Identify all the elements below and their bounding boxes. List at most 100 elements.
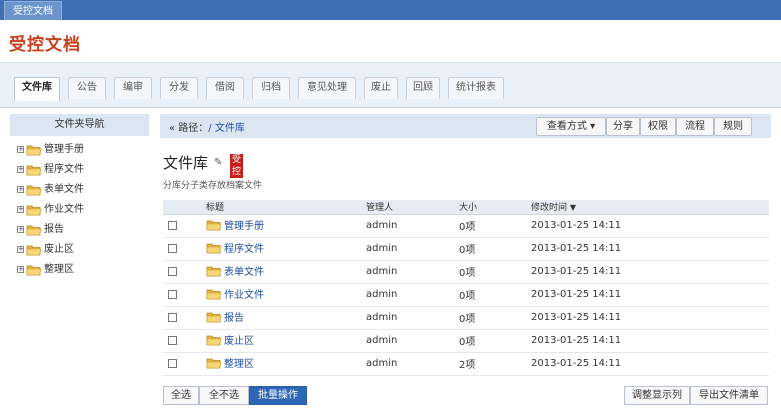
column-modified[interactable]: 修改时间 ▼ — [531, 200, 769, 215]
row-checkbox[interactable] — [168, 358, 177, 368]
table-row[interactable]: 废止区 admin 0项 2013-01-25 14:11 — [163, 329, 769, 353]
row-checkbox-cell — [163, 329, 206, 353]
tab-1[interactable]: 公告 — [68, 77, 106, 99]
folder-icon — [206, 220, 222, 231]
expand-icon[interactable]: + — [17, 186, 24, 193]
module-tabbar: 文件库 公告 编审 分发 借阅 归档 意见处理 废止 回顾 统计报表 — [0, 63, 781, 108]
row-size: 0项 — [459, 237, 531, 261]
page-header: 文件库 ✎ 受控 — [163, 152, 244, 178]
row-title-link[interactable]: 管理手册 — [224, 221, 264, 232]
row-manager: admin — [366, 237, 459, 261]
share-button[interactable]: 分享 — [606, 117, 640, 136]
tab-6[interactable]: 意见处理 — [298, 77, 356, 99]
batch-action-button[interactable]: 批量操作 — [249, 386, 307, 405]
column-size[interactable]: 大小 — [459, 200, 531, 215]
expand-icon[interactable]: + — [17, 226, 24, 233]
table-row[interactable]: 整理区 admin 2项 2013-01-25 14:11 — [163, 352, 769, 376]
sidebar-item[interactable]: + 整理区 — [10, 262, 149, 278]
row-checkbox-cell — [163, 283, 206, 307]
folder-icon — [26, 165, 42, 176]
sort-caret-icon: ▼ — [569, 203, 577, 213]
table-row[interactable]: 表单文件 admin 0项 2013-01-25 14:11 — [163, 260, 769, 284]
table-row[interactable]: 报告 admin 0项 2013-01-25 14:11 — [163, 306, 769, 330]
row-modified: 2013-01-25 14:11 — [531, 260, 769, 284]
workflow-button[interactable]: 流程 — [676, 117, 714, 136]
row-checkbox[interactable] — [168, 289, 177, 299]
sidebar-item[interactable]: + 管理手册 — [10, 142, 149, 158]
row-manager: admin — [366, 306, 459, 330]
folder-icon — [206, 335, 222, 346]
expand-icon[interactable]: + — [17, 206, 24, 213]
file-table: 标题 管理人 大小 修改时间 ▼ 管理手册 admin 0项 2013-01-25 1… — [163, 200, 769, 376]
column-manager[interactable]: 管理人 — [366, 200, 459, 215]
row-modified: 2013-01-25 14:11 — [531, 306, 769, 330]
sidebar-item[interactable]: + 作业文件 — [10, 202, 149, 218]
window-topbar: 受控文档 — [0, 0, 781, 20]
row-checkbox[interactable] — [168, 266, 177, 276]
row-checkbox[interactable] — [168, 243, 177, 253]
folder-icon — [206, 289, 222, 300]
table-row[interactable]: 作业文件 admin 0项 2013-01-25 14:11 — [163, 283, 769, 307]
row-title-cell: 废止区 — [206, 329, 366, 353]
tab-4[interactable]: 借阅 — [206, 77, 244, 99]
table-header-row: 标题 管理人 大小 修改时间 ▼ — [163, 200, 769, 215]
folder-icon-wrap — [26, 164, 42, 182]
expand-icon[interactable]: + — [17, 246, 24, 253]
tab-3[interactable]: 分发 — [160, 77, 198, 99]
sidebar-item[interactable]: + 程序文件 — [10, 162, 149, 178]
folder-icon — [206, 358, 222, 369]
column-title[interactable]: 标题 — [206, 200, 366, 215]
rules-button[interactable]: 规则 — [714, 117, 752, 136]
edit-pencil-icon[interactable]: ✎ — [214, 157, 222, 168]
row-title-link[interactable]: 整理区 — [224, 359, 254, 370]
sidebar-item[interactable]: + 报告 — [10, 222, 149, 238]
row-size: 0项 — [459, 306, 531, 330]
view-mode-button[interactable]: 查看方式 ▾ — [536, 117, 606, 136]
folder-icon — [26, 185, 42, 196]
tab-2[interactable]: 编审 — [114, 77, 152, 99]
tab-7[interactable]: 废止 — [364, 77, 398, 99]
row-modified: 2013-01-25 14:11 — [531, 329, 769, 353]
table-row[interactable]: 程序文件 admin 0项 2013-01-25 14:11 — [163, 237, 769, 261]
expand-icon[interactable]: + — [17, 266, 24, 273]
row-title-link[interactable]: 程序文件 — [224, 244, 264, 255]
tab-8[interactable]: 回顾 — [406, 77, 440, 99]
tab-9[interactable]: 统计报表 — [448, 77, 504, 99]
sidebar-item[interactable]: + 废止区 — [10, 242, 149, 258]
expand-icon[interactable]: + — [17, 166, 24, 173]
breadcrumb-link[interactable]: / 文件库 — [208, 123, 245, 134]
main-panel: « 路径：/ 文件库 查看方式 ▾ 分享 权限 流程 规则 文件库 ✎ 受控 分… — [160, 114, 771, 409]
sidebar-item-label: 报告 — [44, 224, 64, 235]
tab-5[interactable]: 归档 — [252, 77, 290, 99]
folder-icon — [26, 265, 42, 276]
tab-0[interactable]: 文件库 — [14, 77, 60, 101]
page-description: 分库分子类存放档案文件 — [163, 181, 263, 191]
row-title-link[interactable]: 废止区 — [224, 336, 254, 347]
column-modified-label: 修改时间 — [531, 203, 568, 214]
expand-icon[interactable]: + — [17, 146, 24, 153]
folder-icon-wrap — [26, 224, 42, 242]
select-all-button[interactable]: 全选 — [163, 386, 199, 405]
window-tab[interactable]: 受控文档 — [4, 1, 62, 20]
permissions-button[interactable]: 权限 — [640, 117, 676, 136]
row-title-link[interactable]: 表单文件 — [224, 267, 264, 278]
folder-icon — [26, 225, 42, 236]
row-title-cell: 程序文件 — [206, 237, 366, 261]
row-folder-icon-wrap — [206, 219, 222, 234]
row-title-link[interactable]: 报告 — [224, 313, 244, 324]
row-size: 0项 — [459, 329, 531, 353]
breadcrumb-bar: « 路径：/ 文件库 查看方式 ▾ 分享 权限 流程 规则 — [160, 114, 771, 138]
select-none-button[interactable]: 全不选 — [199, 386, 249, 405]
table-row[interactable]: 管理手册 admin 0项 2013-01-25 14:11 — [163, 214, 769, 238]
sidebar-item[interactable]: + 表单文件 — [10, 182, 149, 198]
row-title-link[interactable]: 作业文件 — [224, 290, 264, 301]
row-title-cell: 表单文件 — [206, 260, 366, 284]
row-title-cell: 整理区 — [206, 352, 366, 376]
adjust-columns-button[interactable]: 调整显示列 — [624, 386, 690, 405]
row-checkbox[interactable] — [168, 220, 177, 230]
row-checkbox-cell — [163, 214, 206, 238]
row-checkbox[interactable] — [168, 335, 177, 345]
export-list-button[interactable]: 导出文件清单 — [690, 386, 768, 405]
row-checkbox[interactable] — [168, 312, 177, 322]
sidebar-item-label: 程序文件 — [44, 164, 84, 175]
